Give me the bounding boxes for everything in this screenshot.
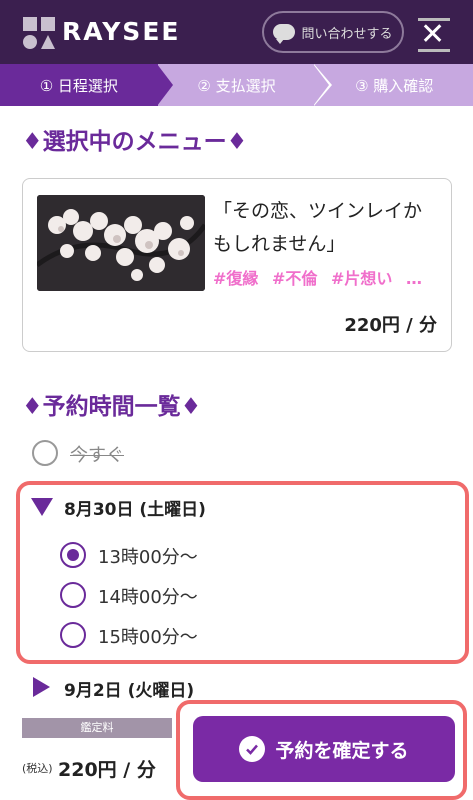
brand-name[interactable]: RAYSEE [62, 17, 180, 46]
now-radio [32, 440, 58, 466]
menu-tag[interactable]: #不倫 [272, 269, 317, 288]
menu-tag[interactable]: #片想い [331, 269, 392, 288]
schedule-heading: ♦予約時間一覧♦ [22, 393, 202, 420]
chat-bubble-icon [273, 24, 296, 44]
menu-tag-more: … [406, 269, 422, 288]
contact-button-label: 問い合わせする [301, 26, 393, 42]
check-icon [239, 736, 266, 762]
date-header-sep2[interactable]: 9月2日 (火曜日) [64, 676, 194, 701]
footer-bar: 鑑定料 (税込) 220円 / 分 予約を確定する [0, 700, 473, 800]
confirm-button-label: 予約を確定する [275, 739, 409, 762]
progress-steps: ① 日程選択 ② 支払選択 ③ 購入確認 [0, 64, 473, 106]
selected-menu-heading: ♦選択中のメニュー♦ [22, 128, 248, 155]
confirm-reservation-button[interactable]: 予約を確定する [193, 716, 455, 782]
time-radio-1400[interactable] [60, 582, 86, 608]
chevron-right-icon[interactable] [33, 677, 50, 697]
fee-label: 鑑定料 [22, 718, 172, 738]
contact-button[interactable]: 問い合わせする [262, 11, 404, 53]
fee-price: 220円 / 分 [58, 759, 156, 781]
time-label-1300[interactable]: 13時00分〜 [98, 543, 198, 569]
time-label-1500[interactable]: 15時00分〜 [98, 623, 198, 649]
time-radio-1300[interactable] [60, 542, 86, 568]
step-arrow [157, 64, 173, 106]
cherry-blossom-image [37, 195, 205, 291]
menu-tag[interactable]: #復縁 [213, 269, 258, 288]
app-header: RAYSEE 問い合わせする ✕ [0, 0, 473, 64]
menu-close-button[interactable]: ✕ [414, 16, 454, 52]
time-label-1400[interactable]: 14時00分〜 [98, 583, 198, 609]
now-label: 今すぐ [70, 445, 124, 466]
date-header-aug30[interactable]: 8月30日 (土曜日) [64, 495, 206, 520]
step-date-select: ① 日程選択 [0, 64, 158, 106]
step-payment-select: ② 支払選択 [157, 64, 316, 106]
menu-price: 220円 / 分 [344, 315, 437, 336]
brand-logo-icon[interactable] [22, 16, 56, 50]
chevron-down-icon[interactable] [31, 498, 53, 516]
close-icon: ✕ [420, 17, 446, 52]
selected-menu-card[interactable]: 「その恋、ツインレイかもしれません」 #復縁 #不倫 #片想い … 220円 /… [22, 178, 452, 352]
menu-title: 「その恋、ツインレイかもしれません」 [213, 200, 423, 255]
tax-label: (税込) [22, 762, 53, 775]
step-purchase-confirm: ③ 購入確認 [315, 64, 473, 106]
time-radio-1500[interactable] [60, 622, 86, 648]
menu-tags: #復縁 #不倫 #片想い … [213, 265, 430, 289]
step-arrow [313, 64, 329, 106]
